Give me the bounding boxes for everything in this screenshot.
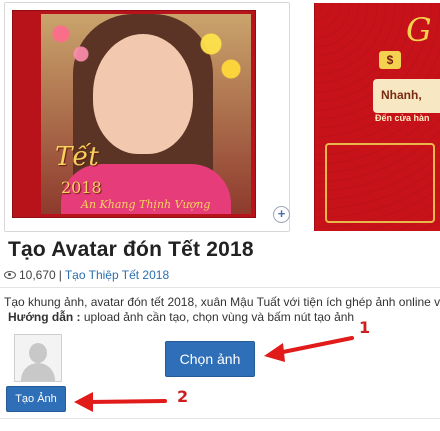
poster-year-text: 2018 [61, 178, 102, 197]
tet-avatar-poster[interactable]: Tết 2018 An Khang Thịnh Vượng [12, 10, 256, 218]
zoom-in-icon[interactable]: + [273, 206, 290, 223]
user-placeholder-icon [14, 334, 62, 382]
bottom-divider [0, 418, 440, 419]
step-number-1: 1 [359, 318, 371, 337]
avatar-preview-frame: Tết 2018 An Khang Thịnh Vượng + [4, 2, 290, 232]
card-panel-text: Nhanh, [381, 88, 422, 102]
guide-text: Hướng dẫn : upload ảnh cần tạo, chọn vùn… [8, 310, 354, 324]
create-image-button[interactable]: Tạo Ảnh [6, 386, 66, 412]
eye-icon [4, 271, 16, 279]
step-number-2: 2 [177, 387, 189, 406]
card-note: Đến cửa hàn [375, 113, 430, 123]
view-count: 10,670 [19, 268, 56, 282]
avatar-head-shape [29, 343, 47, 363]
poster-tet-text: Tết [55, 142, 99, 172]
page-title: Tạo Avatar đón Tết 2018 [8, 238, 254, 261]
card-ornament-frame [325, 143, 435, 223]
post-meta: 10,670 | Tạo Thiệp Tết 2018 [4, 268, 169, 282]
guide-label: Hướng dẫn : [8, 310, 81, 324]
divider [0, 287, 440, 288]
page: Tết 2018 An Khang Thịnh Vượng + G $ Nhan… [0, 0, 440, 431]
description-text: Tạo khung ảnh, avatar đón tết 2018, xuân… [4, 295, 440, 309]
card-money-badge: $ [379, 51, 401, 69]
poster-photo: Tết 2018 An Khang Thịnh Vượng [41, 14, 251, 214]
avatar-body-shape [21, 363, 55, 381]
arrow-to-choose-button [264, 336, 354, 362]
category-link[interactable]: Tạo Thiệp Tết 2018 [65, 268, 169, 282]
card-big-letter: G [406, 11, 432, 49]
tet-card-preview[interactable]: G $ Nhanh, Đến cửa hàn [314, 3, 440, 231]
apricot-blossom-decoration [171, 14, 251, 104]
cherry-blossom-decoration [41, 14, 101, 84]
card-panel: Nhanh, [373, 79, 440, 113]
poster-wish-text: An Khang Thịnh Vượng [81, 198, 211, 211]
choose-image-button[interactable]: Chọn ảnh [165, 341, 255, 377]
arrow-to-create-button [74, 392, 167, 412]
guide-body: upload ảnh cần tạo, chọn vùng và bấm nút… [80, 310, 355, 324]
meta-separator: | [58, 268, 62, 282]
